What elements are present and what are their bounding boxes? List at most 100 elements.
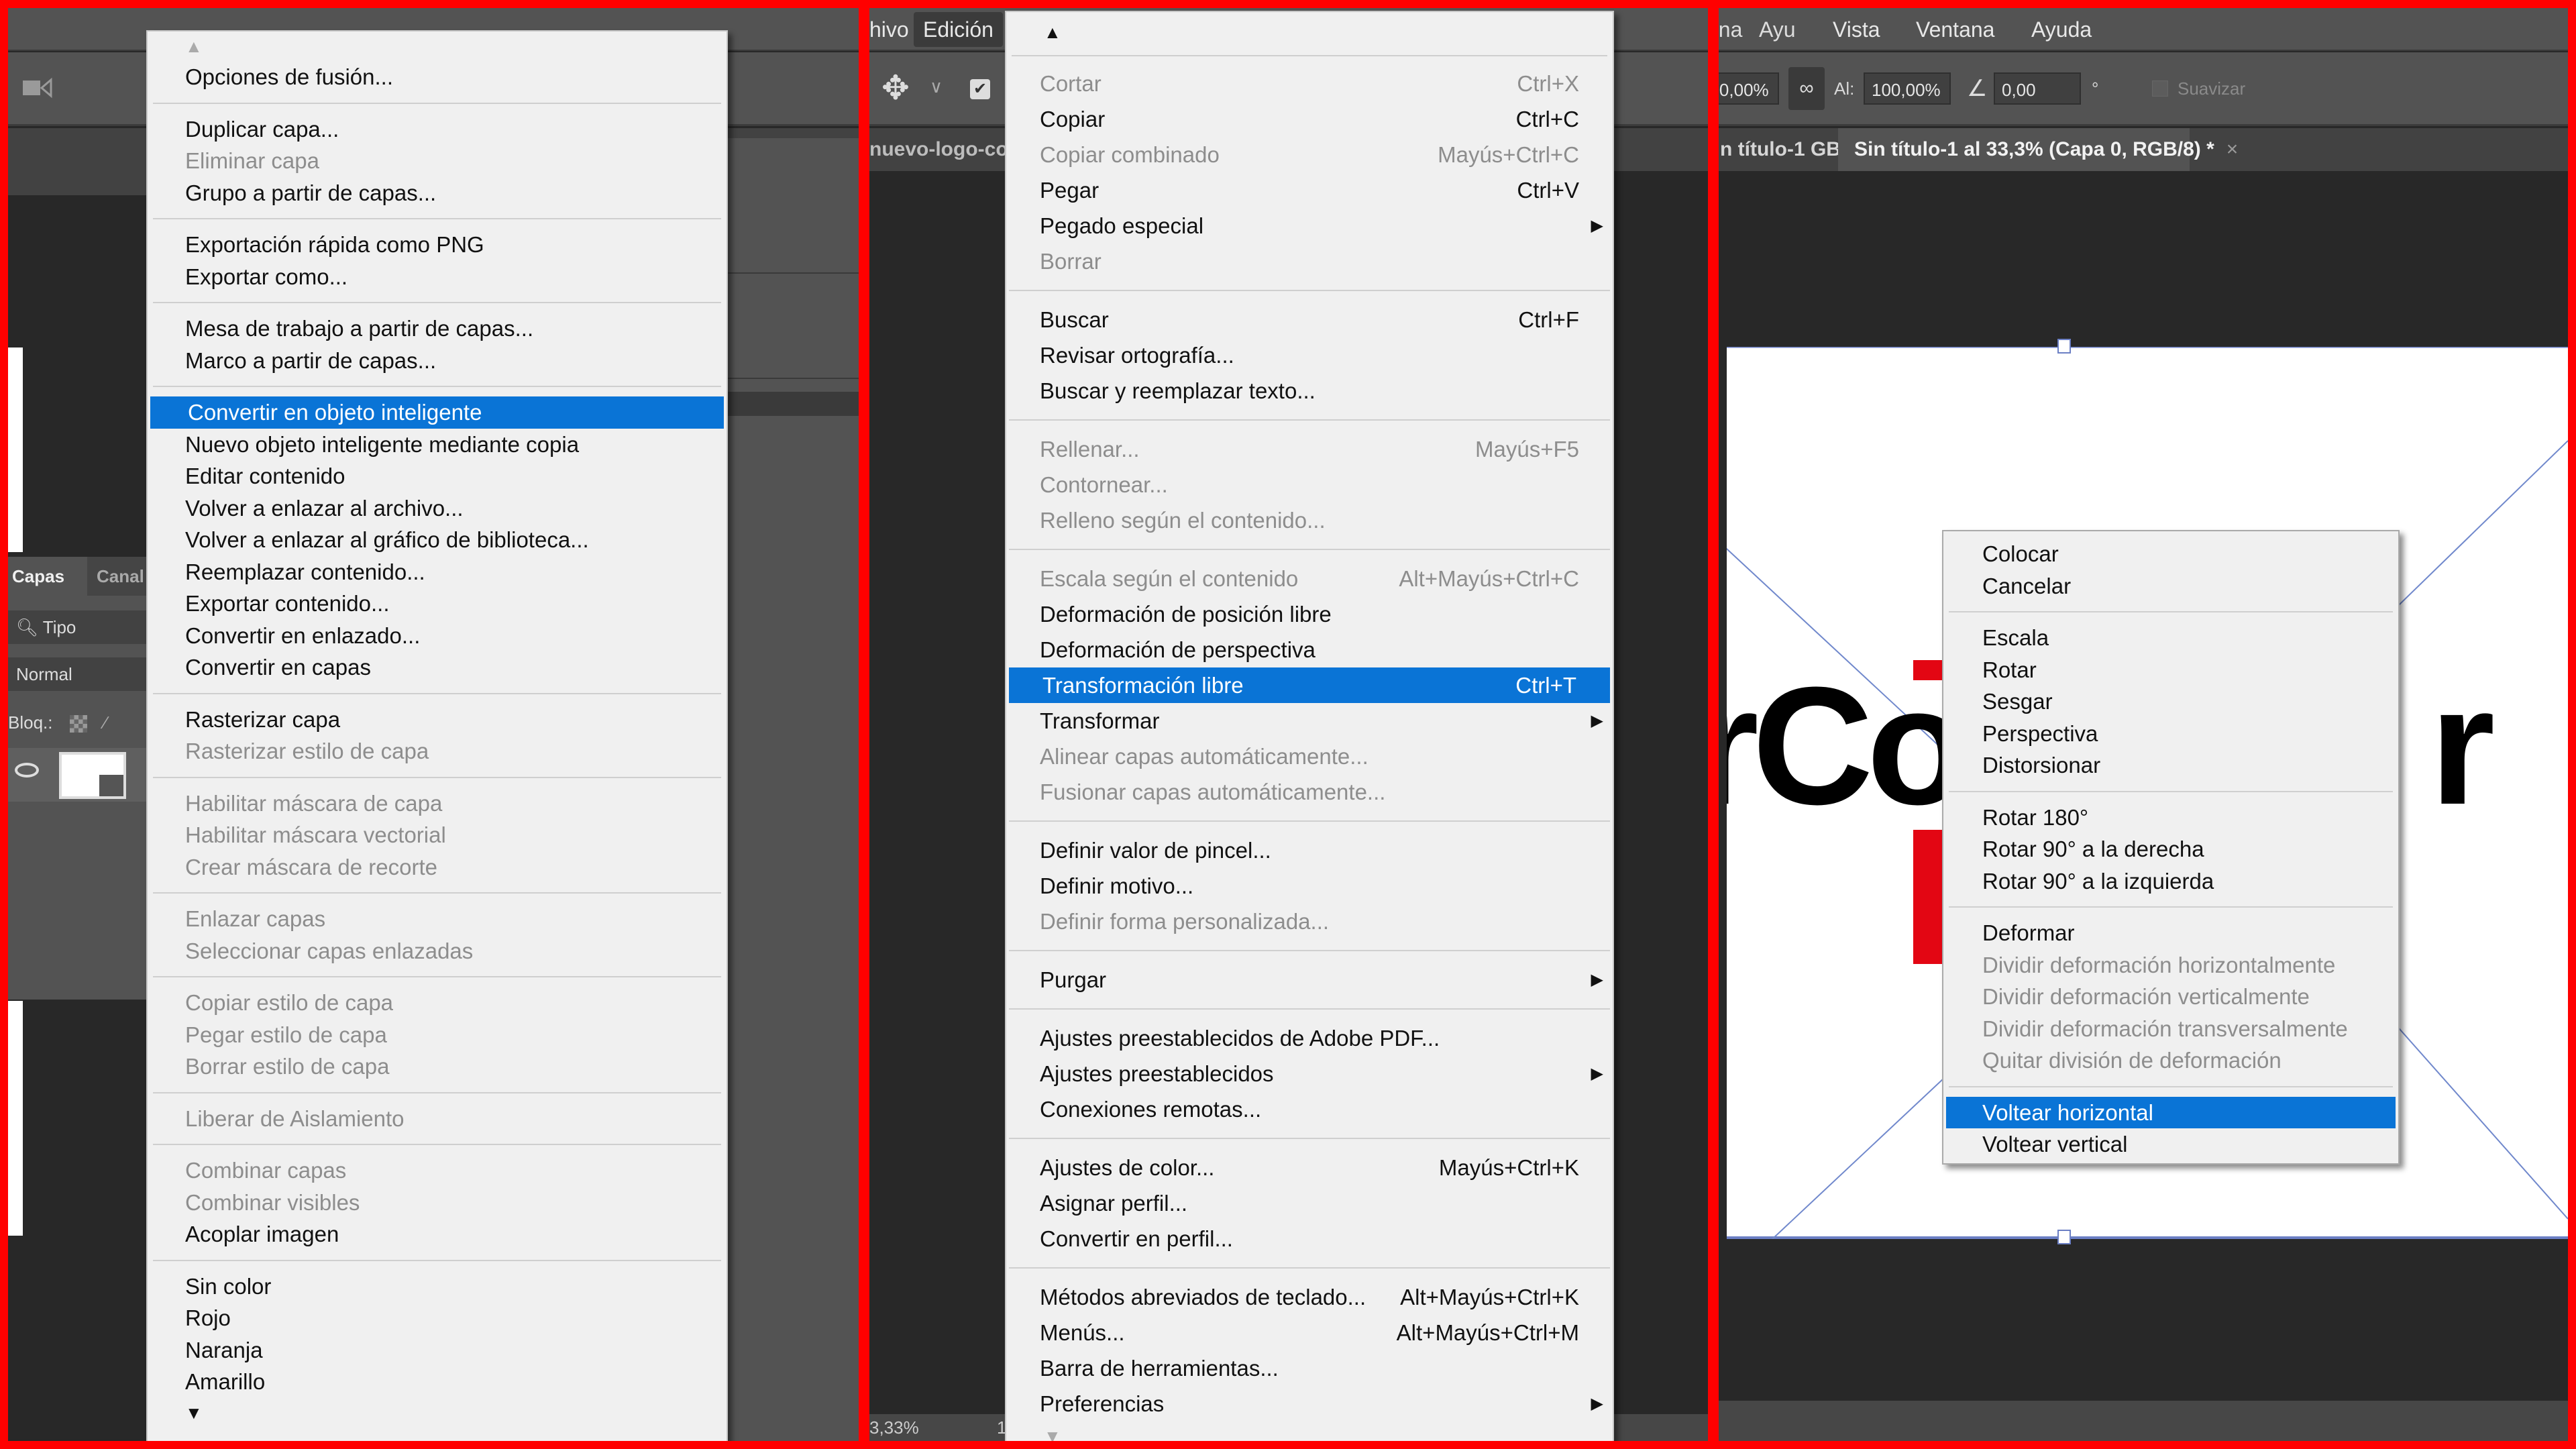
menu-item-voltear-vertical[interactable]: Voltear vertical [1943,1128,2398,1161]
menu-item-voltear-horizontal[interactable]: Voltear horizontal [1946,1096,2396,1128]
menu-item-rotar-90-a-la-derecha[interactable]: Rotar 90° a la derecha [1943,833,2398,865]
menu-item-convertir-en-objeto-inteligente[interactable]: Convertir en objeto inteligente [150,396,724,429]
menu-item-transformacion-libre[interactable]: Transformación libre Ctrl+T [1009,667,1610,703]
layer-row[interactable] [8,748,149,802]
menu-item-asignar-perfil[interactable]: Asignar perfil... [1006,1185,1613,1221]
blend-mode-select[interactable]: Normal [8,657,149,691]
move-tool-icon[interactable]: ✥ [881,71,910,105]
menu-item-ajustes-preestablecidos[interactable]: Ajustes preestablecidos ▶ [1006,1056,1613,1091]
menu-item-volver-a-enlazar-al-archivo[interactable]: Volver a enlazar al archivo... [148,492,727,525]
menu-item-pegar[interactable]: Pegar Ctrl+V [1006,172,1613,208]
menu-item-reemplazar-contenido[interactable]: Reemplazar contenido... [148,556,727,588]
menu-item-purgar[interactable]: Purgar ▶ [1006,962,1613,998]
menu-item-preferencias[interactable]: Preferencias ▶ [1006,1386,1613,1421]
menu-item-perspectiva[interactable]: Perspectiva [1943,718,2398,750]
menu-item-label: Exportación rápida como PNG [185,232,484,257]
menu-item-rotar[interactable]: Rotar [1943,654,2398,686]
menu-item-label: Convertir en perfil... [1040,1226,1233,1251]
menu-item-marco-a-partir-de-capas[interactable]: Marco a partir de capas... [148,345,727,377]
menu-item-metodos-abreviados-de-teclado[interactable]: Métodos abreviados de teclado... Alt+Mayú… [1006,1279,1613,1315]
menu-item-buscar-y-reemplazar-texto[interactable]: Buscar y reemplazar texto... [1006,373,1613,409]
document-tab-active[interactable]: Sin título-1 al 33,3% (Capa 0, RGB/8) * × [1838,128,2238,171]
menu-item-exportar-como[interactable]: Exportar como... [148,261,727,293]
menu-window[interactable]: Ventana [1916,8,1994,51]
menu-item-ajustes-preestablecidos-de-adobe-pdf[interactable]: Ajustes preestablecidos de Adobe PDF... [1006,1020,1613,1056]
transform-handle-bottom[interactable] [2057,1230,2071,1244]
menu-item-grupo-a-partir-de-capas[interactable]: Grupo a partir de capas... [148,177,727,209]
menu-item-deformar[interactable]: Deformar [1943,917,2398,949]
menu-item-copiar[interactable]: Copiar Ctrl+C [1006,101,1613,137]
eye-icon[interactable] [15,763,39,777]
menu-item-rotar-180[interactable]: Rotar 180° [1943,802,2398,834]
link-icon[interactable]: ∞ [1788,67,1825,110]
menu-item-barra-de-herramientas[interactable]: Barra de herramientas... [1006,1350,1613,1386]
menu-item-label: Rasterizar estilo de capa [185,739,429,763]
menu-item-volver-a-enlazar-al-grafico-de-biblioteca[interactable]: Volver a enlazar al gráfico de bibliotec… [148,524,727,556]
menu-item-escala[interactable]: Escala [1943,622,2398,654]
scroll-down-arrow[interactable]: ▼ [1006,1421,1613,1441]
transform-handle-top[interactable] [2057,339,2071,354]
menu-view[interactable]: Vista [1833,8,1880,51]
layer-filter[interactable]: 🔍︎ Tipo [8,610,149,644]
menu-item-convertir-en-capas[interactable]: Convertir en capas [148,651,727,684]
menu-item-ajustes-de-color[interactable]: Ajustes de color... Mayús+Ctrl+K [1006,1150,1613,1185]
menu-item-duplicar-capa[interactable]: Duplicar capa... [148,113,727,146]
smooth-checkbox[interactable] [2152,80,2168,97]
menu-help-partial[interactable]: Ayu [1759,8,1796,51]
menu-item-convertir-en-perfil[interactable]: Convertir en perfil... [1006,1221,1613,1256]
auto-select-checkbox[interactable]: ✔ [970,79,990,99]
menu-item-menus[interactable]: Menús... Alt+Mayús+Ctrl+M [1006,1315,1613,1350]
close-icon[interactable]: × [2226,138,2239,160]
tab-layers[interactable]: Capas [8,557,86,596]
lock-brush-icon[interactable]: ∕ [104,706,107,739]
scroll-up-arrow[interactable]: ▲ [1006,12,1613,52]
menu-item-borrar: Borrar [1006,244,1613,279]
menu-item-convertir-en-enlazado[interactable]: Convertir en enlazado... [148,620,727,652]
chevron-down-icon[interactable]: ∨ [930,76,943,97]
angle-field[interactable]: 0,00 [1994,72,2081,105]
menu-item-pegado-especial[interactable]: Pegado especial ▶ [1006,208,1613,244]
menu-item-acoplar-imagen[interactable]: Acoplar imagen [148,1218,727,1250]
menu-separator [153,1091,721,1093]
menu-item-deformacion-de-perspectiva[interactable]: Deformación de perspectiva [1006,632,1613,667]
menu-item-definir-motivo[interactable]: Definir motivo... [1006,868,1613,904]
tab-channels[interactable]: Canal [87,557,154,596]
menu-item-conexiones-remotas[interactable]: Conexiones remotas... [1006,1091,1613,1127]
menu-item-exportar-contenido[interactable]: Exportar contenido... [148,588,727,620]
menu-window-partial[interactable]: ana [1719,8,1742,51]
menu-item-transformar[interactable]: Transformar ▶ [1006,703,1613,739]
menu-item-label: Nuevo objeto inteligente mediante copia [185,431,580,457]
menu-item-exportacion-rapida-como-png[interactable]: Exportación rápida como PNG [148,229,727,261]
menu-edit[interactable]: Edición [914,12,1003,47]
menu-item-buscar[interactable]: Buscar Ctrl+F [1006,302,1613,337]
menu-help[interactable]: Ayuda [2031,8,2092,51]
menu-item-label: Ajustes preestablecidos [1040,1061,1274,1086]
menu-item-cancelar[interactable]: Cancelar [1943,570,2398,602]
height-field[interactable]: 100,00% [1864,72,1951,105]
menu-item-deformacion-de-posicion-libre[interactable]: Deformación de posición libre [1006,596,1613,632]
width-field[interactable]: 100,00% [1719,72,1779,105]
menu-item-distorsionar[interactable]: Distorsionar [1943,749,2398,782]
scroll-up-arrow[interactable]: ▲ [148,32,727,61]
menu-item-editar-contenido[interactable]: Editar contenido [148,460,727,492]
menu-item-revisar-ortografia[interactable]: Revisar ortografía... [1006,337,1613,373]
menu-item-label: Copiar estilo de capa [185,990,394,1015]
menu-item-definir-valor-de-pincel[interactable]: Definir valor de pincel... [1006,833,1613,868]
menu-item-naranja[interactable]: Naranja [148,1334,727,1366]
menu-item-colocar[interactable]: Colocar [1943,538,2398,570]
scroll-down-arrow[interactable]: ▼ [148,1398,727,1428]
menu-item-mesa-de-trabajo-a-partir-de-capas[interactable]: Mesa de trabajo a partir de capas... [148,313,727,345]
menu-item-rojo[interactable]: Rojo [148,1302,727,1334]
zoom-level[interactable]: 3,33% [869,1414,919,1441]
menu-file-partial[interactable]: hivo [869,8,909,51]
menu-item-sesgar[interactable]: Sesgar [1943,686,2398,718]
menu-item-sin-color[interactable]: Sin color [148,1271,727,1303]
menu-item-opciones-de-fusion[interactable]: Opciones de fusión... [148,61,727,93]
video-camera-icon[interactable] [21,76,55,99]
menu-item-rotar-90-a-la-izquierda[interactable]: Rotar 90° a la izquierda [1943,865,2398,898]
document-tabs: n título-1 GB/8#)× Sin título-1 al 33,3%… [1719,128,2568,171]
menu-item-amarillo[interactable]: Amarillo [148,1366,727,1398]
menu-item-rasterizar-capa[interactable]: Rasterizar capa [148,704,727,736]
lock-transparency-icon[interactable] [69,715,87,733]
menu-item-nuevo-objeto-inteligente-mediante-copia[interactable]: Nuevo objeto inteligente mediante copia [148,429,727,461]
